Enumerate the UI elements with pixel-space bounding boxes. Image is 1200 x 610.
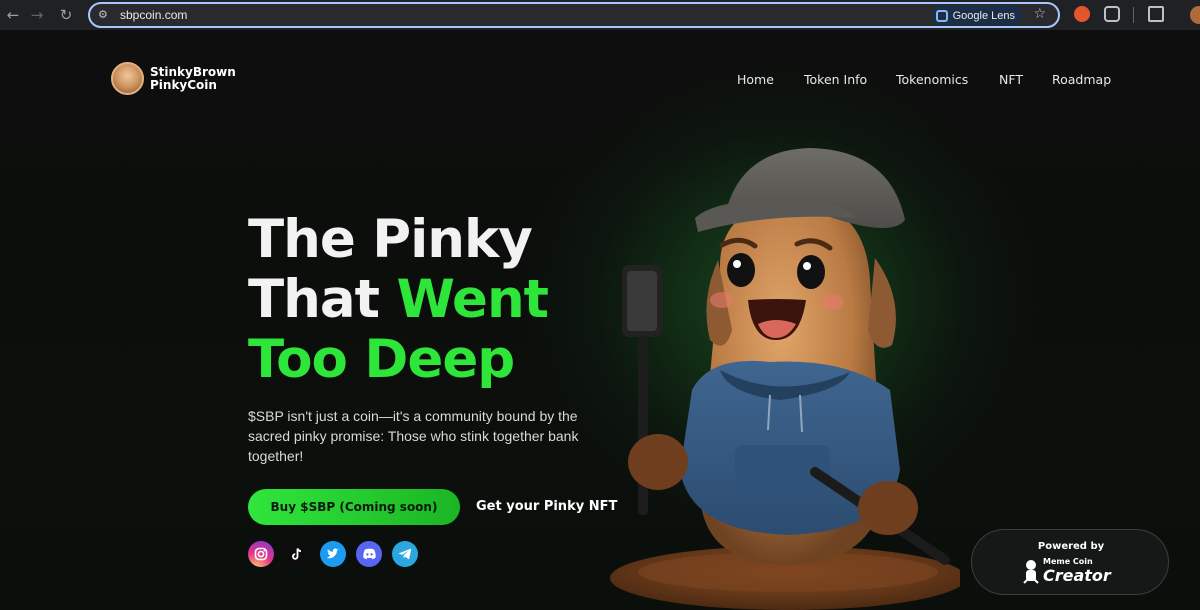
url-text[interactable]: sbpcoin.com	[120, 8, 187, 22]
mascot-illustration	[610, 148, 960, 610]
browser-toolbar: ← → ↻ ⚙ sbpcoin.com Google Lens ☆	[0, 0, 1200, 30]
telegram-icon[interactable]	[392, 541, 418, 567]
get-nft-link[interactable]: Get your Pinky NFT	[476, 499, 617, 514]
headline-line-3: Too Deep	[248, 329, 515, 390]
forward-arrow-icon[interactable]: →	[26, 4, 48, 26]
toolbar-divider	[1133, 7, 1134, 23]
bookmark-star-icon[interactable]: ☆	[1033, 6, 1046, 22]
hero-description: $SBP isn't just a coin—it's a community …	[248, 408, 579, 464]
instagram-icon[interactable]	[248, 541, 274, 567]
nav-token-info[interactable]: Token Info	[804, 72, 867, 87]
headline-line-2-green: Went	[396, 269, 549, 330]
logo-line-1: StinkyBrown	[150, 64, 236, 79]
creator-label: Creator	[1043, 566, 1111, 585]
extension-fox-icon[interactable]	[1074, 6, 1090, 22]
address-bar[interactable]: ⚙ sbpcoin.com Google Lens ☆	[88, 2, 1060, 28]
nav-home[interactable]: Home	[737, 72, 774, 87]
logo-text: StinkyBrown PinkyCoin	[150, 64, 236, 92]
reload-icon[interactable]: ↻	[55, 4, 77, 26]
page: StinkyBrown PinkyCoin Home Token Info To…	[0, 30, 1200, 610]
google-lens-button[interactable]: Google Lens	[930, 6, 1022, 25]
profile-avatar[interactable]	[1190, 6, 1200, 24]
tab-search-icon[interactable]	[1148, 6, 1164, 22]
hero-headline: The Pinky That Went Too Deep	[248, 209, 549, 390]
logo-line-2: PinkyCoin	[150, 77, 217, 92]
tiktok-icon[interactable]	[284, 541, 310, 567]
lens-icon	[935, 9, 948, 22]
powered-by-badge[interactable]: Powered by Meme Coin Creator	[971, 529, 1169, 595]
google-lens-label: Google Lens	[952, 9, 1015, 22]
meme-coin-label: Meme Coin	[1043, 557, 1093, 566]
twitter-icon[interactable]	[320, 541, 346, 567]
meme-coin-creator-logo-icon	[1023, 560, 1039, 584]
headline-line-1: The Pinky	[248, 209, 533, 270]
extensions-puzzle-icon[interactable]	[1104, 6, 1120, 22]
back-arrow-icon[interactable]: ←	[2, 4, 24, 26]
buy-sbp-button[interactable]: Buy $SBP (Coming soon)	[248, 489, 460, 525]
nav-roadmap[interactable]: Roadmap	[1052, 72, 1111, 87]
nav-tokenomics[interactable]: Tokenomics	[896, 72, 968, 87]
powered-by-label: Powered by	[1037, 541, 1105, 552]
logo-mascot-icon	[111, 62, 144, 95]
nav-nft[interactable]: NFT	[999, 72, 1023, 87]
discord-icon[interactable]	[356, 541, 382, 567]
site-info-icon[interactable]: ⚙	[98, 8, 112, 22]
headline-line-2-white: That	[248, 269, 397, 330]
site-logo[interactable]: StinkyBrown PinkyCoin	[111, 62, 236, 95]
